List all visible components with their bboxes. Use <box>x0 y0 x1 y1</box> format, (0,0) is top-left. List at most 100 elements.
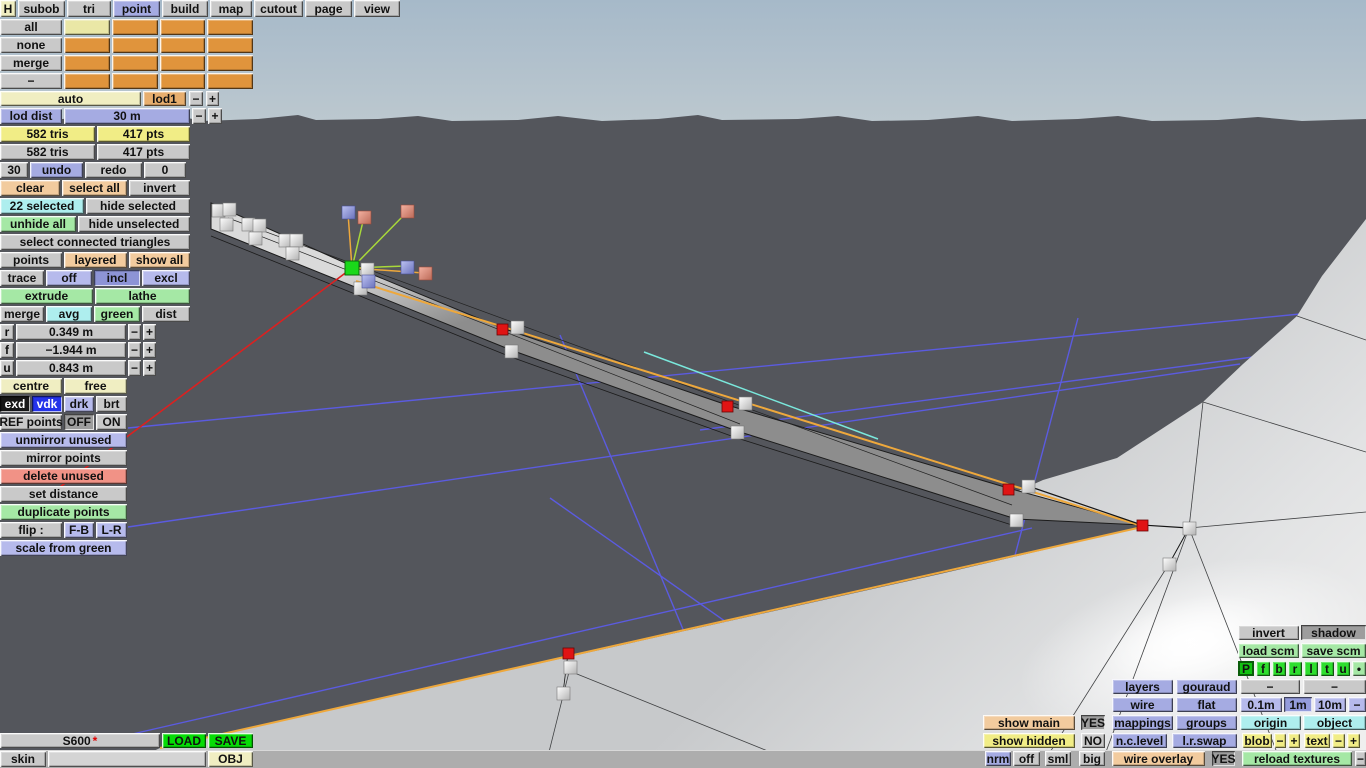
show-hidden[interactable]: show hidden <box>983 733 1075 748</box>
subobj-cell-r4c2[interactable] <box>112 73 158 89</box>
lod-auto[interactable]: auto <box>0 91 141 106</box>
shade-drk[interactable]: drk <box>64 396 94 412</box>
merge-green[interactable]: green <box>94 306 140 322</box>
show-main-yes[interactable]: YES <box>1081 715 1105 730</box>
undo-button[interactable]: undo <box>30 162 83 178</box>
subobj-cell-r4c4[interactable] <box>207 73 253 89</box>
reload-textures[interactable]: reload textures <box>1242 751 1352 766</box>
object-button[interactable]: object <box>1303 715 1366 730</box>
subobj-cell-r2c4[interactable] <box>207 37 253 53</box>
merge-points[interactable]: merge <box>0 306 44 322</box>
layers-button[interactable]: layers <box>1112 679 1173 694</box>
grid-10m[interactable]: 10m <box>1314 697 1346 712</box>
wire-off[interactable]: off <box>1013 751 1040 766</box>
lod-current[interactable]: lod1 <box>143 91 186 106</box>
u-value[interactable]: 0.843 m <box>16 360 126 376</box>
text-minus[interactable]: − <box>1332 733 1345 748</box>
unmirror-unused[interactable]: unmirror unused <box>0 432 127 448</box>
save-button[interactable]: SAVE <box>208 733 253 748</box>
lod-plus[interactable]: + <box>206 91 219 106</box>
wire-overlay-yes[interactable]: YES <box>1212 751 1236 766</box>
wire-nrm[interactable]: nrm <box>985 751 1011 766</box>
extrude-button[interactable]: extrude <box>0 288 93 304</box>
redo-button[interactable]: redo <box>85 162 142 178</box>
scm-slot-t[interactable]: t <box>1320 661 1334 676</box>
scm-dot-toggle[interactable]: • <box>1352 661 1366 676</box>
delete-unused[interactable]: delete unused <box>0 468 127 484</box>
scm-slot-f[interactable]: f <box>1256 661 1270 676</box>
ref-points-on[interactable]: ON <box>96 414 127 430</box>
subobj-minus[interactable]: − <box>0 73 62 89</box>
trace-label[interactable]: trace <box>0 270 44 286</box>
subobj-cell-r1c2[interactable] <box>112 19 158 35</box>
r-value[interactable]: 0.349 m <box>16 324 126 340</box>
menu-build[interactable]: build <box>162 0 208 17</box>
groups-button[interactable]: groups <box>1176 715 1237 730</box>
free-mode[interactable]: free <box>64 378 127 394</box>
menu-page[interactable]: page <box>305 0 352 17</box>
text-button[interactable]: text <box>1304 733 1330 748</box>
u-plus[interactable]: + <box>143 360 156 376</box>
wire-button[interactable]: wire <box>1112 697 1173 712</box>
f-value[interactable]: −1.944 m <box>16 342 126 358</box>
wire-sml[interactable]: sml <box>1045 751 1071 766</box>
scm-slot-l[interactable]: l <box>1304 661 1318 676</box>
load-button[interactable]: LOAD <box>162 733 206 748</box>
flip-fb[interactable]: F-B <box>64 522 94 538</box>
subobj-cell-r2c3[interactable] <box>160 37 205 53</box>
lathe-button[interactable]: lathe <box>95 288 190 304</box>
merge-avg[interactable]: avg <box>46 306 92 322</box>
blob-button[interactable]: blob <box>1242 733 1272 748</box>
u-axis-label[interactable]: u <box>0 360 14 376</box>
mappings-button[interactable]: mappings <box>1112 715 1173 730</box>
gouraud-button[interactable]: gouraud <box>1176 679 1237 694</box>
menu-h[interactable]: H <box>0 0 16 17</box>
invert-shadow[interactable]: invert <box>1238 625 1299 640</box>
subobj-cell-r3c2[interactable] <box>112 55 158 71</box>
subobj-cell-r3c1[interactable] <box>64 55 110 71</box>
r-plus[interactable]: + <box>143 324 156 340</box>
lr-swap[interactable]: l.r.swap <box>1172 733 1237 748</box>
layered-mode[interactable]: layered <box>64 252 127 268</box>
lod-dist-label[interactable]: lod dist <box>0 108 62 124</box>
select-all[interactable]: select all <box>62 180 127 196</box>
subobj-all[interactable]: all <box>0 19 62 35</box>
save-scm[interactable]: save scm <box>1301 643 1366 658</box>
duplicate-points[interactable]: duplicate points <box>0 504 127 520</box>
grid-minus[interactable]: − <box>1348 697 1366 712</box>
ref-points-off[interactable]: OFF <box>64 414 94 430</box>
merge-dist[interactable]: dist <box>142 306 190 322</box>
shadow-toggle[interactable]: shadow <box>1301 625 1366 640</box>
invert-selection[interactable]: invert <box>129 180 190 196</box>
lod-dist-plus[interactable]: + <box>208 108 222 124</box>
scale-from-green[interactable]: scale from green <box>0 540 127 556</box>
menu-subob[interactable]: subob <box>18 0 65 17</box>
menu-cutout[interactable]: cutout <box>254 0 303 17</box>
scm-slot-minus-1[interactable]: − <box>1240 679 1300 694</box>
scm-slot-minus-2[interactable]: − <box>1303 679 1366 694</box>
subobj-cell-r4c3[interactable] <box>160 73 205 89</box>
subobj-cell-r2c2[interactable] <box>112 37 158 53</box>
set-distance[interactable]: set distance <box>0 486 127 502</box>
hide-unselected[interactable]: hide unselected <box>78 216 190 232</box>
reload-minus[interactable]: − <box>1355 751 1366 766</box>
show-all-mode[interactable]: show all <box>129 252 190 268</box>
u-minus[interactable]: − <box>128 360 141 376</box>
menu-point-active[interactable]: point <box>113 0 160 17</box>
subobj-cell-r1c4[interactable] <box>207 19 253 35</box>
f-plus[interactable]: + <box>143 342 156 358</box>
show-main[interactable]: show main <box>983 715 1075 730</box>
load-scm[interactable]: load scm <box>1238 643 1299 658</box>
text-plus[interactable]: + <box>1347 733 1360 748</box>
menu-view[interactable]: view <box>354 0 400 17</box>
shade-brt[interactable]: brt <box>96 396 127 412</box>
obj-export[interactable]: OBJ <box>208 751 253 767</box>
skin-button[interactable]: skin <box>0 751 46 767</box>
centre-mode[interactable]: centre <box>0 378 62 394</box>
scm-slot-b[interactable]: b <box>1272 661 1286 676</box>
scm-slot-u[interactable]: u <box>1336 661 1350 676</box>
wire-big[interactable]: big <box>1079 751 1105 766</box>
scm-slot-p[interactable]: P <box>1238 661 1254 676</box>
menu-tri[interactable]: tri <box>67 0 111 17</box>
grid-1m[interactable]: 1m <box>1284 697 1312 712</box>
